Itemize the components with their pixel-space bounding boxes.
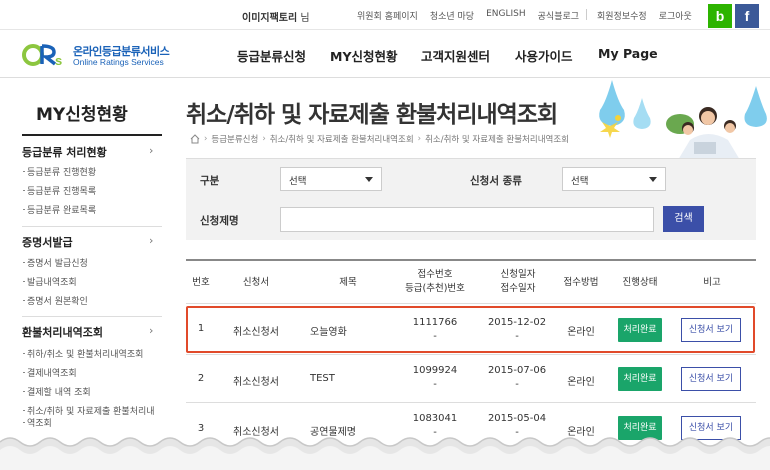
- sidebar-item-issue-history[interactable]: 발급내역조회: [23, 275, 77, 288]
- header-rating-no: 등급(추천)번호: [405, 283, 465, 294]
- row2-apply-date: 2015-07-06: [487, 365, 547, 376]
- form-type-select[interactable]: 선택: [562, 167, 666, 191]
- sidebar-item-rating-progress[interactable]: 등급분류 진행현황: [22, 165, 96, 178]
- logo[interactable]: s 온라인등급분류서비스 Online Ratings Services: [22, 40, 172, 70]
- row1-highlight-box: [186, 306, 755, 353]
- sidebar-section-certificate[interactable]: 증명서발급: [22, 234, 73, 250]
- chevron-down-icon: [365, 177, 373, 182]
- breadcrumb-separator: ›: [204, 134, 208, 144]
- row2-title[interactable]: TEST: [310, 373, 335, 384]
- table-header-divider: [186, 303, 756, 304]
- header-status: 진행상태: [622, 277, 658, 288]
- header: s 온라인등급분류서비스 Online Ratings Services 등급분…: [0, 30, 770, 78]
- sidebar-item-certificate-apply[interactable]: 증명서 발급신청: [23, 256, 88, 269]
- page-title: 취소/취하 및 자료제출 환불처리내역조회: [186, 102, 558, 128]
- svg-text:s: s: [55, 53, 62, 68]
- chevron-right-icon: ›: [149, 234, 154, 247]
- search-button[interactable]: 검색: [663, 206, 704, 232]
- header-note: 비고: [703, 277, 721, 288]
- chevron-right-icon: ›: [149, 144, 154, 157]
- breadcrumb-separator: ›: [262, 134, 266, 144]
- breadcrumb-separator: ›: [417, 134, 422, 144]
- user-suffix: 님: [300, 13, 310, 24]
- header-receipt-date: 접수일자: [500, 283, 536, 294]
- top-links: 위원회 홈페이지 청소년 마당 ENGLISH 공식블로그: [357, 9, 591, 22]
- facebook-icon[interactable]: f: [735, 4, 759, 28]
- row2-status-badge: 처리완료: [618, 367, 662, 391]
- row3-receipt-no: 1083041: [412, 413, 458, 424]
- link-youth[interactable]: 청소년 마당: [430, 9, 474, 22]
- user-name: 이미지팩토리: [242, 13, 298, 24]
- user-greeting: 이미지팩토리 님: [242, 9, 310, 24]
- row2-receipt-date: -: [515, 379, 519, 390]
- breadcrumb-item[interactable]: 등급분류신청: [211, 133, 258, 145]
- sidebar-item-refund-history[interactable]: 취하/취소 및 환불처리내역조회: [22, 347, 143, 360]
- link-english[interactable]: ENGLISH: [486, 9, 526, 22]
- top-divider: [586, 9, 587, 20]
- table-top-border: [186, 259, 756, 261]
- sidebar-item-rating-progress-list[interactable]: 등급분류 진행목록: [22, 184, 96, 197]
- link-official-blog[interactable]: 공식블로그: [538, 9, 579, 22]
- account-links: 회원정보수정 로그아웃: [597, 9, 704, 22]
- form-type-label: 신청서 종류: [470, 175, 522, 187]
- sidebar-title-underline: [22, 134, 162, 136]
- sidebar-section-rating-status[interactable]: 등급분류 처리현황: [22, 144, 107, 160]
- blog-icon[interactable]: b: [708, 4, 732, 28]
- header-form: 신청서: [242, 277, 270, 288]
- sidebar-divider: [22, 316, 162, 317]
- sidebar-item-payment-history[interactable]: 결제내역조회: [23, 366, 77, 379]
- row2-receipt: 1099924 -: [395, 364, 475, 392]
- top-utility-bar: 이미지팩토리 님 위원회 홈페이지 청소년 마당 ENGLISH 공식블로그 회…: [0, 0, 770, 30]
- header-apply-date: 신청일자: [500, 269, 536, 280]
- search-panel: 구분 선택 신청서 종류 선택 신청제명 검색: [186, 158, 756, 240]
- breadcrumb-item[interactable]: 취소/취하 및 자료제출 환불처리내역조회: [270, 133, 414, 145]
- sidebar-item-payment-due[interactable]: 결제할 내역 조회: [23, 385, 91, 398]
- chevron-down-icon: [649, 177, 657, 182]
- title-input[interactable]: [280, 207, 654, 232]
- link-edit-profile[interactable]: 회원정보수정: [597, 9, 647, 22]
- form-type-select-value: 선택: [571, 176, 589, 187]
- table-row-divider: [186, 402, 756, 403]
- header-receipt-no: 접수번호: [417, 269, 453, 280]
- gnb-support[interactable]: 고객지원센터: [421, 46, 490, 65]
- type-select[interactable]: 선택: [280, 167, 382, 191]
- row2-receipt-no: 1099924: [412, 365, 458, 376]
- table-row-divider: [186, 354, 756, 355]
- sidebar-item-certificate-verify[interactable]: 증명서 원본확인: [23, 294, 88, 307]
- home-icon[interactable]: [190, 134, 200, 144]
- sidebar-divider: [22, 226, 162, 227]
- row2-view-form-button[interactable]: 신청서 보기: [681, 367, 741, 391]
- title-label: 신청제명: [200, 215, 239, 227]
- breadcrumb-item-current: 취소/취하 및 자료제출 환불처리내역조회: [425, 135, 569, 145]
- chevron-right-icon: ›: [149, 324, 154, 337]
- header-method: 접수방법: [563, 277, 599, 288]
- header-title: 제목: [339, 277, 357, 288]
- type-select-value: 선택: [289, 176, 307, 187]
- sidebar-section-refund[interactable]: 환불처리내역조회: [22, 324, 103, 340]
- logo-mark-icon: s: [22, 44, 62, 68]
- gnb-guide[interactable]: 사용가이드: [515, 46, 573, 65]
- link-committee-home[interactable]: 위원회 홈페이지: [357, 9, 418, 22]
- header-receipt: 접수번호 등급(추천)번호: [395, 268, 475, 296]
- torn-edge-decoration: [0, 437, 770, 470]
- logo-english: Online Ratings Services: [73, 57, 164, 67]
- row2-no: 2: [197, 373, 205, 384]
- row3-apply-date: 2015-05-04: [487, 413, 547, 424]
- row2-dates: 2015-07-06 -: [476, 364, 558, 392]
- header-dates: 신청일자 접수일자: [478, 268, 558, 296]
- gnb-my-status[interactable]: MY신청현황: [330, 46, 398, 65]
- row2-form: 취소신청서: [233, 377, 279, 388]
- link-logout[interactable]: 로그아웃: [659, 9, 692, 22]
- header-no: 번호: [192, 277, 210, 288]
- gnb-rating-apply[interactable]: 등급분류신청: [237, 46, 306, 65]
- gnb-mypage[interactable]: My Page: [598, 46, 658, 61]
- family-illustration: [599, 80, 767, 160]
- row2-rating-no: -: [433, 379, 437, 390]
- row2-method: 온라인: [567, 377, 595, 388]
- breadcrumb: › 등급분류신청 › 취소/취하 및 자료제출 환불처리내역조회 › 취소/취하…: [190, 133, 569, 145]
- sidebar-title: MY신청현황: [36, 105, 128, 125]
- sidebar-item-rating-complete-list[interactable]: 등급분류 완료목록: [22, 203, 96, 216]
- type-label: 구분: [200, 175, 220, 187]
